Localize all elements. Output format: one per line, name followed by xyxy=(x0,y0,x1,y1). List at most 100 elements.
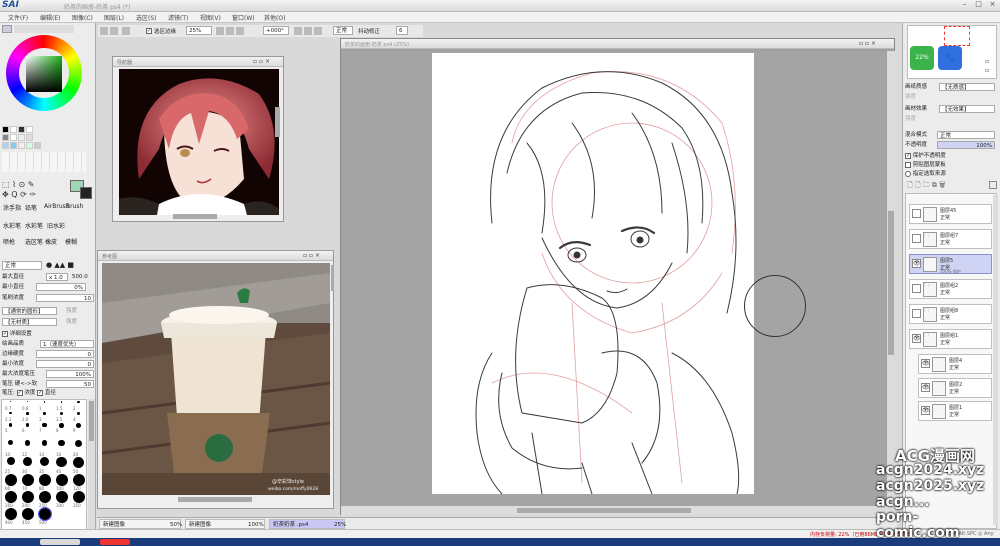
tool-select-pen[interactable]: 选区笔 xyxy=(25,237,43,246)
zoom-out-icon[interactable] xyxy=(226,27,234,35)
max-pressure-value[interactable]: 100% xyxy=(46,370,94,378)
select-all-icon[interactable] xyxy=(100,27,108,35)
texture-select[interactable]: 【无材质】 xyxy=(2,318,57,326)
layer-item[interactable]: 👁 图层1 正常 xyxy=(918,401,992,421)
taskbar-item[interactable] xyxy=(100,539,130,545)
deselect-icon[interactable] xyxy=(110,27,118,35)
brush-size-preset[interactable]: 500 xyxy=(36,507,53,525)
tool-watercolor-2[interactable]: 水彩笔 xyxy=(25,221,43,230)
brush-size-preset[interactable]: 0.8 xyxy=(19,400,36,411)
swatch[interactable] xyxy=(2,142,9,149)
layer-item[interactable]: 🗀 图层组2 正常 xyxy=(909,279,992,299)
brush-size-preset[interactable]: 2.3 xyxy=(2,411,19,422)
brush-size-preset[interactable]: 3.5 xyxy=(53,411,70,422)
opacity-slider[interactable]: 100% xyxy=(937,141,995,149)
brush-size-preset[interactable]: 100 xyxy=(53,473,70,491)
photo-titlebar[interactable]: 参考图 ▫ ▫ × xyxy=(98,251,333,261)
rotate-left-icon[interactable] xyxy=(294,27,302,35)
navigator-titlebar[interactable]: 导航器 ▫ ▫ × xyxy=(113,57,283,67)
swatch[interactable] xyxy=(2,134,9,141)
pressure-row[interactable]: 笔压 硬<->软 50 xyxy=(2,380,94,388)
tool-blur[interactable]: 模糊 xyxy=(65,237,77,246)
brush-size-preset[interactable]: 2 xyxy=(70,400,87,411)
layer-menu-button[interactable] xyxy=(989,181,997,189)
brush-size-preset[interactable]: 25 xyxy=(2,456,19,474)
brush-size-preset[interactable]: 80 xyxy=(36,473,53,491)
zoom-in-icon[interactable] xyxy=(216,27,224,35)
swatch[interactable] xyxy=(26,134,33,141)
visibility-toggle[interactable]: 👁 xyxy=(921,359,930,368)
detail-checkbox[interactable]: ✓ xyxy=(2,330,8,337)
brush-size-preset[interactable]: 7 xyxy=(36,422,53,433)
window-buttons[interactable]: ▫ ▫ × xyxy=(303,252,320,259)
brush-size-preset[interactable]: 35 xyxy=(36,456,53,474)
minimize-icon[interactable]: – xyxy=(958,0,971,10)
size-pressure-checkbox[interactable]: ✓ xyxy=(37,389,44,396)
layer-item[interactable]: 👁 图层2 正常 xyxy=(918,378,992,398)
rotate-right-icon[interactable] xyxy=(304,27,312,35)
blend-mode-field[interactable]: 正常 xyxy=(333,26,353,35)
texture-row[interactable]: 【无材质】 强度 xyxy=(2,318,94,326)
brush-size-preset[interactable]: 6 xyxy=(19,422,36,433)
menu-filter[interactable]: 滤镜(T) xyxy=(168,13,188,22)
layer-item[interactable]: 👁 图层5 正常 100% 保护 xyxy=(909,254,992,274)
brush-shape-row[interactable]: 【通常的圆形】 强度 xyxy=(2,307,94,315)
zoom-reset-icon[interactable] xyxy=(236,27,244,35)
selection-source-row[interactable]: 指定选取来源 xyxy=(905,170,999,179)
brush-size-grid[interactable]: 0.7 0.8 1 1.5 2 2.3 2.6 3 3.5 4 5 6 7 8 9 10 12 14 16 20 25 3… xyxy=(1,399,87,535)
brush-size-preset[interactable]: 14 xyxy=(36,439,53,457)
brush-size-preset[interactable]: 450 xyxy=(19,507,36,525)
canvas-hscrollbar[interactable] xyxy=(341,506,887,515)
paper-texture-select[interactable]: 【无质感】 xyxy=(939,83,995,91)
edge-row[interactable]: 边缘硬度 0 xyxy=(2,350,94,358)
layer-item[interactable]: 👁 图层4 正常 xyxy=(918,354,992,374)
visibility-toggle[interactable] xyxy=(912,209,921,218)
size-multiplier[interactable]: x 1.0 xyxy=(46,273,68,281)
preview-zoom-buttons[interactable]: ▫ ▫ xyxy=(985,57,997,77)
menu-layer[interactable]: 图层(L) xyxy=(104,13,124,22)
protect-opacity-row[interactable]: ✓ 保护不透明度 xyxy=(905,152,999,161)
clipping-mask-checkbox[interactable] xyxy=(905,161,911,168)
layer-item[interactable]: 🗀 图层组7 正常 xyxy=(909,229,992,249)
tool-eraser[interactable]: 橡皮 xyxy=(45,237,57,246)
brush-size-preset[interactable]: 200 xyxy=(19,490,36,508)
brush-size-preset[interactable]: 400 xyxy=(2,507,19,525)
pressure-value[interactable]: 50 xyxy=(46,380,94,388)
quality-select[interactable]: 1（速度优先） xyxy=(40,340,94,348)
color-swatches[interactable] xyxy=(2,126,86,176)
menu-edit[interactable]: 编辑(E) xyxy=(40,13,60,22)
layer-item[interactable]: 图层45 正常 xyxy=(909,204,992,224)
zoom-field[interactable]: 25% xyxy=(186,26,212,35)
protect-opacity-checkbox[interactable]: ✓ xyxy=(905,152,911,159)
brush-size-preset[interactable]: 30 xyxy=(19,456,36,474)
layer-scrollbar[interactable] xyxy=(993,195,998,525)
visibility-toggle[interactable] xyxy=(912,234,921,243)
swatch-black[interactable] xyxy=(2,126,9,133)
blend-mode-row[interactable]: 混合模式 正常 xyxy=(905,131,999,140)
swatch[interactable] xyxy=(10,134,17,141)
invert-selection-icon[interactable] xyxy=(122,27,130,35)
canvas-titlebar[interactable]: 奶茶的画册-奶茶 ps4 (25%) ▫ ▫ × xyxy=(341,39,894,49)
swatch[interactable] xyxy=(18,134,25,141)
brush-size-preset[interactable]: 8 xyxy=(53,422,70,433)
swatch[interactable] xyxy=(34,142,41,149)
window-buttons[interactable]: ▫ ▫ × xyxy=(253,58,270,65)
menu-file[interactable]: 文件(F) xyxy=(8,13,28,22)
visibility-toggle[interactable]: 👁 xyxy=(921,383,930,392)
swatch-grid[interactable] xyxy=(2,152,86,172)
drawing-paper[interactable] xyxy=(432,53,754,495)
tab-active-document[interactable]: 奶茶奶茶 .ps4 25% xyxy=(269,519,346,529)
visibility-toggle[interactable] xyxy=(912,309,921,318)
tool-watercolor[interactable]: 水彩笔 xyxy=(3,221,21,230)
layer-item[interactable]: 👁 🗀 图层组1 正常 xyxy=(909,329,992,349)
taskbar-item[interactable] xyxy=(40,539,80,545)
brush-size-preset[interactable]: 1.5 xyxy=(53,400,70,411)
brush-size-preset[interactable]: 10 xyxy=(2,439,19,457)
swatch[interactable] xyxy=(26,126,33,133)
brush-size-preset[interactable]: 3 xyxy=(36,411,53,422)
stabilizer-field[interactable]: 6 xyxy=(396,26,408,35)
max-size-row[interactable]: 最大直径 x 1.0 500.0 xyxy=(2,273,94,281)
paper-effect-row[interactable]: 画材效果 【无效果】 xyxy=(905,105,999,114)
opacity-row[interactable]: 不透明度 100% xyxy=(905,141,999,150)
brush-size-preset[interactable]: 50 xyxy=(70,456,87,474)
